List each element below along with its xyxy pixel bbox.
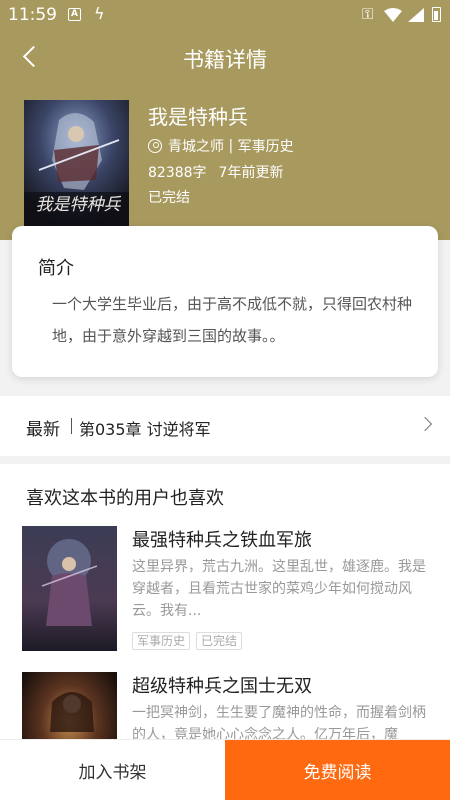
vpn-key-icon: ⚿ [362, 5, 374, 23]
battery-icon [432, 7, 441, 22]
book-status: 已完结 [148, 190, 190, 206]
cover-title: 我是特种兵 [35, 195, 121, 215]
tag-status: 已完结 [196, 632, 243, 650]
recommend-title: 超级特种兵之国士无双 [132, 676, 312, 697]
recommend-item[interactable]: 最强特种兵之铁血军旅 这里异界，荒古九洲。这里乱世，雄逐鹿。我是穿越者，且看荒古… [0, 526, 450, 656]
free-read-button[interactable]: 免费阅读 [225, 740, 450, 800]
recommend-cover-art [22, 526, 117, 651]
status-bar: 11:59 A ϟ ⚿ [0, 0, 450, 30]
latest-chapter-title: 第035章 讨逆将军 [79, 420, 211, 439]
chevron-right-icon [417, 416, 433, 432]
recommend-tags: 军事历史 已完结 [132, 632, 248, 650]
intro-card: 简介 一个大学生毕业后，由于高不成低不就，只得回农村种地，由于意外穿越到三国的故… [12, 226, 438, 377]
author-name[interactable]: 青城之师 [168, 136, 224, 156]
latest-divider [71, 418, 72, 434]
recommend-cover [22, 526, 117, 651]
latest-chapter-row[interactable]: 最新 第035章 讨逆将军 [0, 396, 450, 456]
book-title: 我是特种兵 [148, 105, 248, 129]
intro-heading: 简介 [38, 258, 74, 279]
recommend-title: 最强特种兵之铁血军旅 [132, 530, 312, 551]
book-cover: 我是特种兵 [24, 100, 129, 226]
wifi-icon [384, 8, 402, 22]
author-line: 青城之师 | 军事历史 [148, 136, 294, 156]
recommend-heading: 喜欢这本书的用户也喜欢 [26, 488, 224, 509]
book-category: 军事历史 [237, 139, 294, 155]
update-time: 7年前更新 [218, 165, 284, 181]
bottom-action-bar: 加入书架 免费阅读 [0, 739, 450, 800]
author-separator: | [224, 138, 238, 154]
tag-category: 军事历史 [132, 632, 191, 650]
word-count: 82388字 [148, 165, 207, 181]
status-time: 11:59 [8, 5, 57, 25]
signal-icon [408, 8, 424, 22]
intro-text: 一个大学生毕业后，由于高不成低不就，只得回农村种地，由于意外穿越到三国的故事。。 [52, 295, 413, 345]
latest-label: 最新 [26, 420, 60, 440]
user-icon [148, 139, 162, 153]
book-meta: 82388字 7年前更新 [148, 162, 283, 182]
add-to-shelf-button[interactable]: 加入书架 [0, 740, 225, 800]
notification-a-icon: A [68, 8, 81, 21]
page-title: 书籍详情 [183, 48, 267, 72]
notification-bolt-icon: ϟ [94, 4, 105, 23]
recommend-desc: 这里异界，荒古九洲。这里乱世，雄逐鹿。我是穿越者，且看荒古世家的菜鸡少年如何搅动… [132, 559, 426, 619]
